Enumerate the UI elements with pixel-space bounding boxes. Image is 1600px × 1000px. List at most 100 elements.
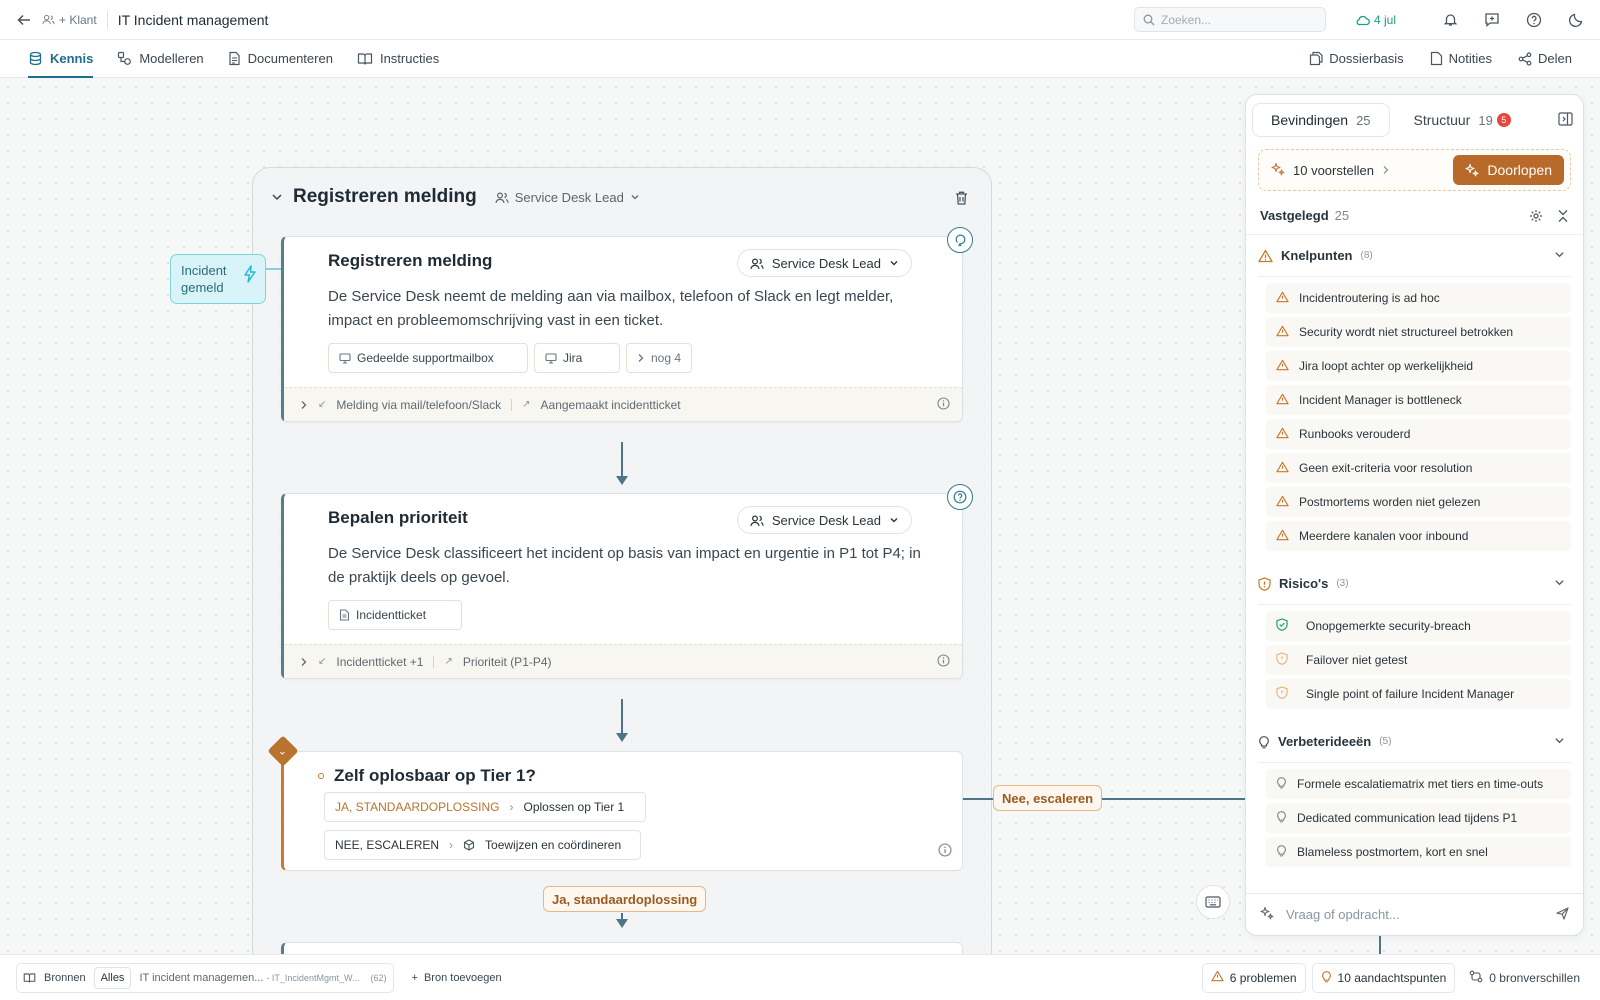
activity-card[interactable] bbox=[281, 942, 963, 954]
tab-bevindingen[interactable]: Bevindingen 25 bbox=[1252, 103, 1390, 137]
feedback-icon[interactable] bbox=[1482, 10, 1502, 30]
source-file[interactable]: IT incident managemen... - IT_IncidentMg… bbox=[139, 972, 386, 984]
lightbulb-icon bbox=[1321, 970, 1332, 986]
finding-item[interactable]: Meerdere kanalen voor inbound bbox=[1266, 521, 1571, 551]
activity-card[interactable]: Registreren melding Service Desk Lead De… bbox=[281, 236, 963, 422]
start-event-node[interactable]: Incident gemeld bbox=[170, 254, 266, 304]
all-sources-toggle[interactable]: Alles bbox=[93, 966, 132, 989]
search-input[interactable] bbox=[1160, 12, 1311, 27]
notities-button[interactable]: Notities bbox=[1430, 51, 1492, 66]
compare-icon bbox=[1469, 970, 1483, 986]
question-icon[interactable] bbox=[947, 484, 973, 510]
system-chip[interactable]: Jira bbox=[534, 343, 620, 373]
decision-branch-no[interactable]: NEE, ESCALEREN › Toewijzen en coördinere… bbox=[324, 830, 641, 860]
idea-item[interactable]: Dedicated communication lead tijdens P1 bbox=[1266, 803, 1571, 833]
attention-label: 10 aandachtspunten bbox=[1337, 970, 1447, 985]
activity-role-select[interactable]: Service Desk Lead bbox=[736, 506, 912, 534]
tab-instructies-label: Instructies bbox=[379, 51, 440, 66]
sync-status[interactable]: 4 jul bbox=[1356, 13, 1396, 27]
lightbulb-icon[interactable] bbox=[947, 227, 973, 253]
tab-structuur[interactable]: Structuur 19 5 bbox=[1396, 103, 1529, 137]
finding-item[interactable]: Jira loopt achter op werkelijkheid bbox=[1266, 351, 1571, 381]
finding-item[interactable]: Security wordt niet structureel betrokke… bbox=[1266, 317, 1571, 347]
activity-role-select[interactable]: Service Desk Lead bbox=[736, 249, 912, 277]
search-box[interactable] bbox=[1133, 7, 1326, 32]
main-tabs: Kennis Modelleren Documenteren Instructi… bbox=[0, 40, 1600, 78]
idea-item[interactable]: Blameless postmortem, kort en snel bbox=[1266, 837, 1571, 867]
activity-io-bar[interactable]: ↙ Melding via mail/telefoon/Slack ↗ Aang… bbox=[284, 387, 962, 421]
start-event-label: Incident gemeld bbox=[181, 263, 227, 295]
trash-icon[interactable] bbox=[954, 190, 969, 209]
swimlane-role-select[interactable]: Service Desk Lead bbox=[495, 190, 640, 205]
collapse-all-icon[interactable] bbox=[1557, 209, 1569, 223]
chevron-right-icon: › bbox=[509, 800, 514, 814]
help-icon[interactable] bbox=[1524, 10, 1544, 30]
dossierbasis-button[interactable]: Dossierbasis bbox=[1309, 51, 1404, 66]
proposals-label: 10 voorstellen bbox=[1293, 162, 1374, 178]
system-chip[interactable]: Gedeelde supportmailbox bbox=[328, 343, 528, 373]
section-header[interactable]: Verbeterideeën (5) bbox=[1258, 721, 1571, 763]
finding-item[interactable]: Runbooks verouderd bbox=[1266, 419, 1571, 449]
moon-icon[interactable] bbox=[1566, 10, 1586, 30]
idea-item[interactable]: Formele escalatiematrix met tiers en tim… bbox=[1266, 769, 1571, 799]
page-title: IT Incident management bbox=[117, 11, 269, 28]
sources-button[interactable]: Bronnen bbox=[44, 972, 86, 984]
problems-badge[interactable]: 6 problemen bbox=[1201, 962, 1306, 993]
section-knelpunten: Knelpunten (8) Incidentroutering is ad h… bbox=[1246, 235, 1583, 551]
info-icon[interactable] bbox=[937, 396, 950, 413]
breadcrumb-client[interactable]: + Klant bbox=[42, 13, 97, 27]
info-icon[interactable] bbox=[938, 843, 952, 860]
tab-structuur-label: Structuur bbox=[1413, 112, 1471, 128]
tab-instructies[interactable]: Instructies bbox=[357, 40, 451, 78]
finding-item[interactable]: Incident Manager is bottleneck bbox=[1266, 385, 1571, 415]
branch-label-no[interactable]: Nee, escaleren bbox=[993, 785, 1103, 811]
input-icon: ↙ bbox=[318, 656, 327, 667]
swimlane-role-label: Service Desk Lead bbox=[514, 189, 624, 205]
finding-label: Jira loopt achter op werkelijkheid bbox=[1299, 359, 1474, 373]
attention-badge[interactable]: 10 aandachtspunten bbox=[1311, 962, 1456, 993]
risk-item[interactable]: Onopgemerkte security-breach bbox=[1266, 611, 1571, 641]
tab-modelleren[interactable]: Modelleren bbox=[117, 40, 215, 78]
document-chip[interactable]: Incidentticket bbox=[328, 600, 462, 630]
risk-item[interactable]: Single point of failure Incident Manager bbox=[1266, 679, 1571, 709]
sidebar-collapse-icon[interactable] bbox=[1558, 111, 1573, 129]
more-systems-chip[interactable]: nog 4 bbox=[626, 343, 693, 373]
review-proposals-button[interactable]: Doorlopen bbox=[1453, 155, 1564, 185]
chat-input[interactable] bbox=[1286, 907, 1544, 922]
tab-documenteren[interactable]: Documenteren bbox=[228, 40, 345, 78]
proposals-banner[interactable]: 10 voorstellen Doorlopen bbox=[1258, 149, 1571, 191]
keyboard-shortcuts-button[interactable] bbox=[1196, 885, 1230, 919]
findings-panel: Bevindingen 25 Structuur 19 5 10 voorste… bbox=[1245, 94, 1584, 936]
finding-item[interactable]: Incidentroutering is ad hoc bbox=[1266, 283, 1571, 313]
decision-branch-yes[interactable]: JA, STANDAARDOPLOSSING › Oplossen op Tie… bbox=[324, 792, 646, 822]
chevron-right-icon bbox=[301, 657, 307, 666]
section-header[interactable]: Knelpunten (8) bbox=[1258, 235, 1571, 277]
finding-item[interactable]: Geen exit-criteria voor resolution bbox=[1266, 453, 1571, 483]
section-header[interactable]: Risico's (3) bbox=[1258, 563, 1571, 605]
add-source-button[interactable]: + Bron toevoegen bbox=[412, 972, 502, 984]
send-icon[interactable] bbox=[1556, 906, 1569, 923]
tab-kennis[interactable]: Kennis bbox=[28, 40, 105, 78]
risk-item[interactable]: Failover niet getest bbox=[1266, 645, 1571, 675]
activity-systems: Gedeelde supportmailbox Jira nog 4 bbox=[328, 343, 942, 373]
differences-badge[interactable]: 0 bronverschillen bbox=[1461, 962, 1588, 993]
branch-label-yes[interactable]: Ja, standaardoplossing bbox=[543, 886, 707, 912]
activity-role-label: Service Desk Lead bbox=[771, 512, 881, 528]
delen-button[interactable]: Delen bbox=[1518, 51, 1572, 66]
activity-io-bar[interactable]: ↙ Incidentticket +1 ↗ Prioriteit (P1-P4) bbox=[284, 644, 962, 678]
flow-arrowhead bbox=[616, 476, 628, 485]
chevron-down-icon[interactable] bbox=[271, 191, 283, 203]
lightbulb-icon bbox=[1276, 776, 1287, 792]
swimlane-header: Registreren melding Service Desk Lead bbox=[271, 186, 640, 208]
activity-card[interactable]: Bepalen prioriteit Service Desk Lead De … bbox=[281, 493, 963, 679]
warning-icon bbox=[1258, 249, 1273, 262]
info-icon[interactable] bbox=[937, 653, 950, 670]
finding-item[interactable]: Postmortems worden niet gelezen bbox=[1266, 487, 1571, 517]
decision-gateway[interactable]: Zelf oplosbaar op Tier 1? JA, STANDAARDO… bbox=[281, 751, 963, 871]
review-proposals-label: Doorlopen bbox=[1487, 162, 1552, 178]
warning-icon bbox=[1276, 291, 1289, 306]
gear-icon[interactable] bbox=[1529, 209, 1543, 223]
sources-filter: Bronnen Alles IT incident managemen... -… bbox=[16, 962, 394, 993]
back-arrow-icon[interactable] bbox=[14, 10, 34, 30]
bell-icon[interactable] bbox=[1440, 10, 1460, 30]
